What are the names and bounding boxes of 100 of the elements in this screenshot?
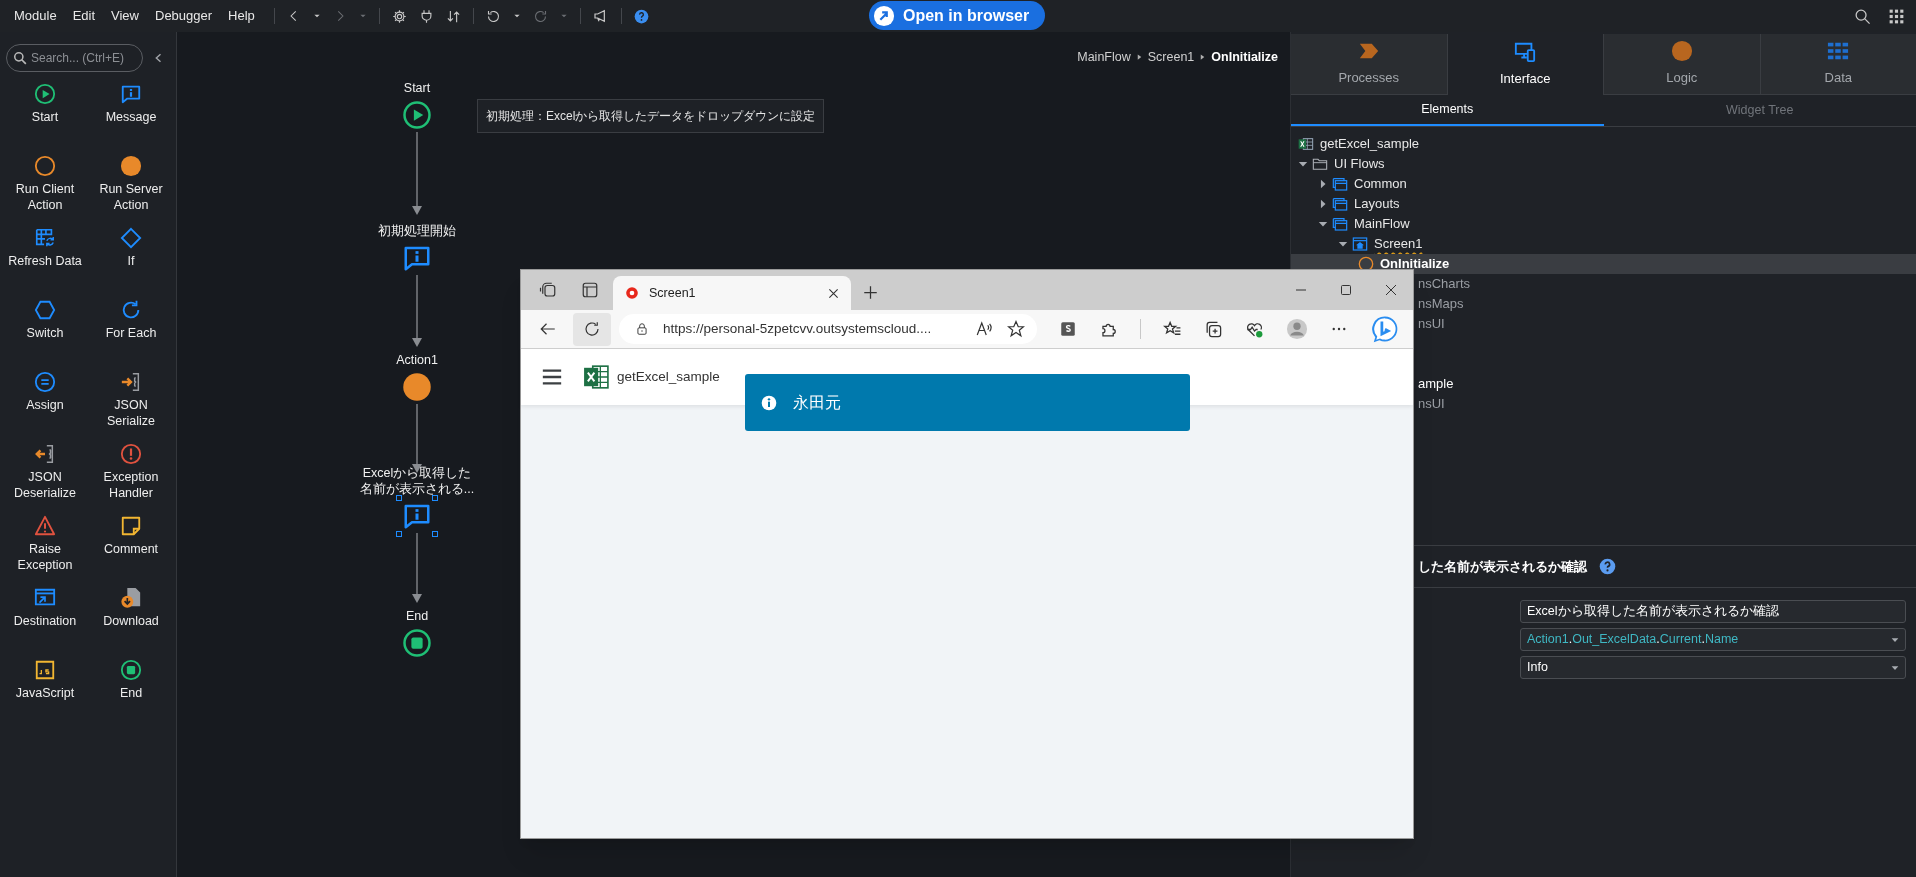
diamond-icon [120, 227, 142, 249]
toolbox-item[interactable]: Exception Handler [88, 440, 174, 512]
sort-arrows-icon[interactable] [445, 8, 461, 24]
caret-down-icon[interactable] [312, 12, 321, 20]
read-aloud-icon[interactable] [975, 320, 993, 338]
info-icon [761, 394, 777, 411]
toolbox-item[interactable]: Run Client Action [2, 152, 88, 224]
play-icon [34, 83, 56, 105]
toolbox-item[interactable]: Assign [2, 368, 88, 440]
menu-item[interactable]: View [110, 6, 140, 26]
tree-item[interactable]: OnInitialize [1291, 254, 1916, 274]
node-label: Start [402, 80, 432, 96]
toolbox-item[interactable]: Run Server Action [88, 152, 174, 224]
input-field[interactable]: Excelから取得した名前が表示されるか確認 [1520, 600, 1906, 623]
dropdown-field[interactable]: Info [1520, 656, 1906, 679]
toolbox-item[interactable]: End [88, 656, 174, 728]
breadcrumb-item[interactable]: Screen1 [1147, 48, 1195, 67]
collapse-icon[interactable] [153, 51, 163, 65]
toolbox-item[interactable]: Destination [2, 584, 88, 656]
tree-item[interactable]: nsMaps [1418, 294, 1464, 314]
record-icon [625, 286, 639, 300]
spreadsheet-icon [583, 364, 609, 390]
toolbox-item[interactable]: Start [2, 80, 88, 152]
new-tab-icon[interactable] [863, 285, 878, 300]
plug-icon[interactable] [418, 8, 434, 24]
toolbox-item[interactable]: Comment [88, 512, 174, 584]
avatar-icon[interactable] [1286, 318, 1308, 340]
connector-arrow [411, 275, 423, 347]
tree-item[interactable]: Screen1 [1291, 234, 1916, 254]
node-label: Action1 [395, 352, 439, 368]
menu-icon[interactable] [541, 366, 563, 388]
redo-icon[interactable] [532, 8, 548, 24]
reload-icon [583, 320, 601, 338]
search-icon[interactable] [1854, 7, 1871, 25]
toolbox-item[interactable]: If [88, 224, 174, 296]
dot-icon[interactable] [402, 372, 432, 402]
settings-icon[interactable] [391, 8, 407, 24]
undo-icon[interactable] [485, 8, 501, 24]
toolbox-item[interactable]: Switch [2, 296, 88, 368]
workspaces-icon[interactable] [539, 281, 557, 299]
search-field[interactable]: Search... (Ctrl+E) [6, 44, 143, 72]
menu-item[interactable]: Help [227, 6, 256, 26]
panel-tab[interactable]: Logic [1603, 34, 1760, 95]
toolbox-item[interactable]: For Each [88, 296, 174, 368]
stop-icon[interactable] [402, 628, 432, 658]
devices-icon [1514, 40, 1537, 63]
tree-item[interactable]: MainFlow [1291, 214, 1916, 234]
flow-icon [1332, 196, 1348, 212]
panel-tab[interactable]: Data [1759, 34, 1916, 95]
subtab[interactable]: Elements [1291, 95, 1604, 126]
close-icon[interactable] [1385, 284, 1397, 296]
tree-item[interactable]: nsUI [1418, 314, 1445, 334]
menu-item[interactable]: Debugger [154, 6, 214, 26]
help-icon[interactable] [633, 8, 649, 24]
dropdown-field[interactable]: Action1.Out_ExcelData.Current.Name [1520, 628, 1906, 651]
toolbox-item[interactable]: JSON Deserialize [2, 440, 88, 512]
tree-item[interactable]: UI Flows [1291, 154, 1916, 174]
extension-icon[interactable] [1059, 320, 1077, 338]
toolbox-item[interactable]: Raise Exception [2, 512, 88, 584]
open-in-browser-button[interactable]: Open in browser [869, 1, 1045, 30]
menu-item[interactable]: Edit [71, 6, 97, 26]
collections-icon[interactable] [1204, 319, 1223, 339]
caret-right-icon [1199, 53, 1207, 62]
chat-bubble-icon[interactable] [1370, 314, 1400, 344]
tab-actions-icon[interactable] [581, 281, 599, 299]
menu-item[interactable]: Module [13, 6, 58, 26]
tree-item[interactable]: ample [1418, 374, 1454, 394]
dot-icon [1670, 40, 1693, 63]
stop-icon [120, 659, 142, 681]
reload-button[interactable] [573, 312, 611, 346]
tree-item[interactable]: Common [1291, 174, 1916, 194]
node-label: 初期処理開始 [377, 223, 457, 239]
tree-item[interactable]: nsUI [1418, 394, 1445, 414]
toolbox-item[interactable]: JavaScript [2, 656, 88, 728]
apps-grid-icon[interactable] [1889, 8, 1904, 24]
close-icon[interactable] [828, 287, 839, 299]
panel-tab[interactable]: Processes [1291, 34, 1447, 95]
hexagon-icon [34, 299, 56, 321]
toolbox-item[interactable]: Refresh Data [2, 224, 88, 296]
caret-down-icon[interactable] [1298, 159, 1308, 169]
flow-icon [1332, 216, 1348, 232]
toolbox-item[interactable]: Message [88, 80, 174, 152]
selected-message-icon[interactable] [396, 495, 438, 537]
toolbox-item[interactable]: JSON Serialize [88, 368, 174, 440]
breadcrumb-item[interactable]: MainFlow [1077, 48, 1131, 67]
tree-item[interactable]: nsCharts [1418, 274, 1471, 294]
breadcrumb-item[interactable]: OnInitialize [1211, 48, 1278, 67]
maximize-icon[interactable] [1340, 284, 1352, 296]
browser-tab[interactable]: Screen1 [613, 276, 851, 310]
caret-down-icon[interactable] [512, 12, 521, 20]
app-title: getExcel_sample [617, 367, 720, 386]
address-bar[interactable]: https://personal-5zpetcvv.outsystemscloud.... [619, 314, 1037, 344]
tree-item[interactable]: Layouts [1291, 194, 1916, 214]
help-icon[interactable] [1599, 558, 1616, 575]
node-label: Excelから取得した名前が表示される... [358, 465, 476, 497]
tree-item[interactable]: getExcel_sample [1291, 134, 1916, 154]
toolbox-item[interactable]: Download [88, 584, 174, 656]
play-icon[interactable] [402, 100, 432, 130]
arrow-bracket-icon [34, 443, 56, 465]
star-icon[interactable] [1007, 320, 1025, 338]
